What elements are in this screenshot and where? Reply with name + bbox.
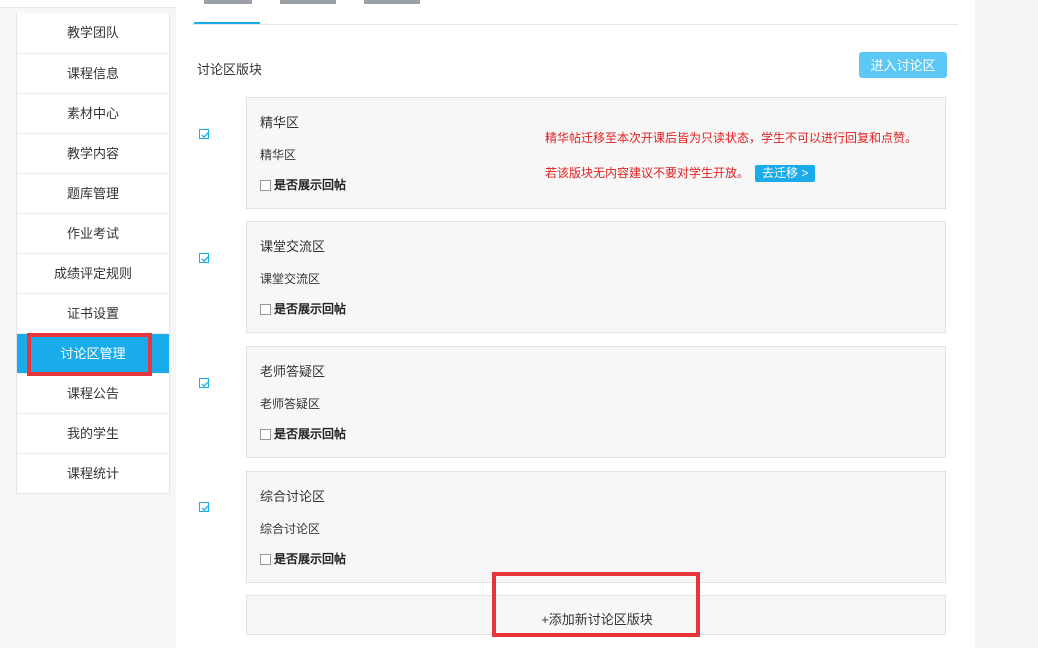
show-replies-checkbox[interactable]: [260, 304, 271, 315]
sidebar-item-statistics[interactable]: 课程统计: [17, 453, 169, 493]
show-replies-checkbox[interactable]: [260, 180, 271, 191]
block-title: 精华区: [260, 115, 300, 130]
enter-discussion-button[interactable]: 进入讨论区: [859, 52, 947, 78]
block-enable-checkbox[interactable]: [199, 129, 209, 139]
discussion-block: 精华区 精华区 是否展示回帖 精华帖迁移至本次开课后皆为只读状态，学生不可以进行…: [246, 97, 946, 209]
show-replies-checkbox[interactable]: [260, 554, 271, 565]
sidebar-item-grading-rules[interactable]: 成绩评定规则: [17, 253, 169, 293]
tab-cutoff-1[interactable]: [204, 0, 252, 6]
migration-hint: 若该版块无内容建议不要对学生开放。 去迁移 >: [545, 164, 816, 182]
block-enable-checkbox[interactable]: [199, 253, 209, 263]
sidebar-item-teaching-content[interactable]: 教学内容: [17, 133, 169, 173]
highlight-box-sidebar: [27, 333, 152, 376]
course-sidebar: 教学团队 课程信息 素材中心 教学内容 题库管理 作业考试 成绩评定规则 证书设…: [16, 13, 170, 494]
block-desc: 精华区: [260, 148, 297, 162]
migrate-button[interactable]: 去迁移 >: [755, 165, 816, 182]
sidebar-item-materials[interactable]: 素材中心: [17, 93, 169, 133]
tab-cutoff-3[interactable]: [364, 0, 420, 6]
sidebar-item-course-info[interactable]: 课程信息: [17, 53, 169, 93]
show-replies-option[interactable]: 是否展示回帖: [260, 550, 346, 567]
migration-warning: 精华帖迁移至本次开课后皆为只读状态，学生不可以进行回复和点赞。: [545, 131, 918, 145]
show-replies-option[interactable]: 是否展示回帖: [260, 176, 346, 193]
checkmark-icon: [201, 132, 209, 139]
block-desc: 课堂交流区: [260, 272, 321, 286]
sidebar-item-question-bank[interactable]: 题库管理: [17, 173, 169, 213]
checkmark-icon: [201, 505, 209, 512]
discussion-block: 综合讨论区 综合讨论区 是否展示回帖: [246, 471, 946, 583]
section-title: 讨论区版块: [197, 62, 263, 77]
tab-cutoff-2[interactable]: [280, 0, 336, 6]
block-desc: 老师答疑区: [260, 397, 321, 411]
block-enable-checkbox[interactable]: [199, 502, 209, 512]
block-title: 课堂交流区: [260, 239, 326, 254]
show-replies-option[interactable]: 是否展示回帖: [260, 425, 346, 442]
sidebar-item-teaching-team[interactable]: 教学团队: [17, 13, 169, 53]
sidebar-item-announcements[interactable]: 课程公告: [17, 373, 169, 413]
show-replies-checkbox[interactable]: [260, 429, 271, 440]
sidebar-item-certificate[interactable]: 证书设置: [17, 293, 169, 333]
block-desc: 综合讨论区: [260, 522, 321, 536]
sidebar-item-my-students[interactable]: 我的学生: [17, 413, 169, 453]
checkmark-icon: [201, 381, 209, 388]
show-replies-label: 是否展示回帖: [274, 427, 347, 441]
block-enable-checkbox[interactable]: [199, 378, 209, 388]
block-title: 老师答疑区: [260, 364, 326, 379]
block-title: 综合讨论区: [260, 489, 326, 504]
checkmark-icon: [201, 256, 209, 263]
show-replies-option[interactable]: 是否展示回帖: [260, 300, 346, 317]
tabs-divider: [193, 24, 958, 25]
discussion-block: 老师答疑区 老师答疑区 是否展示回帖: [246, 346, 946, 458]
main-panel: 讨论区版块 进入讨论区 精华区 精华区 是否展示回帖 精华帖迁移至本次开课后皆为…: [176, 0, 975, 648]
show-replies-label: 是否展示回帖: [274, 178, 347, 192]
highlight-box-add-block: [492, 572, 700, 637]
sidebar-item-assignments-exams[interactable]: 作业考试: [17, 213, 169, 253]
right-gutter: [975, 0, 1038, 648]
show-replies-label: 是否展示回帖: [274, 552, 347, 566]
show-replies-label: 是否展示回帖: [274, 302, 347, 316]
migration-hint-text: 若该版块无内容建议不要对学生开放。: [545, 166, 750, 180]
discussion-block: 课堂交流区 课堂交流区 是否展示回帖: [246, 221, 946, 333]
